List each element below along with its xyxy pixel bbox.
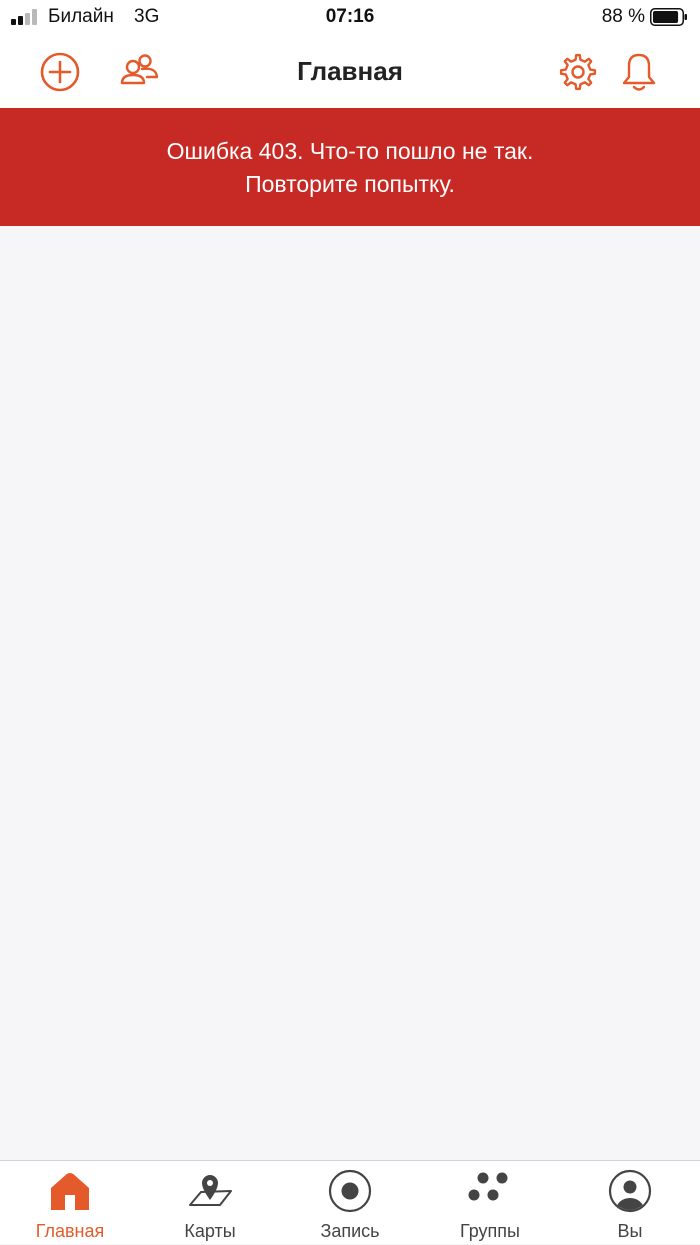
error-banner: Ошибка 403. Что-то пошло не так. Повтори… (0, 108, 700, 226)
tab-home-label: Главная (35, 1221, 105, 1241)
profile-icon (608, 1169, 652, 1213)
tab-groups-label: Группы (460, 1221, 520, 1241)
notifications-button[interactable] (617, 50, 661, 94)
error-message-line-2: Повторите попытку. (245, 171, 455, 197)
settings-button[interactable] (556, 50, 600, 94)
record-icon (328, 1169, 372, 1213)
battery-percent: 88 % (601, 6, 645, 27)
feed-content[interactable] (0, 226, 700, 1160)
map-icon (189, 1175, 232, 1206)
status-time: 07:16 (325, 6, 375, 27)
tab-bar: Главная Карты Запись Группы Вы (0, 1160, 700, 1244)
navigation-bar: Главная (0, 36, 700, 108)
bell-icon (622, 53, 656, 91)
home-icon (51, 1173, 89, 1210)
tab-you[interactable]: Вы (560, 1161, 700, 1245)
tab-home[interactable]: Главная (0, 1161, 140, 1245)
groups-icon (468, 1172, 508, 1201)
tab-groups[interactable]: Группы (420, 1161, 560, 1245)
tab-maps[interactable]: Карты (140, 1161, 280, 1245)
tab-you-label: Вы (617, 1221, 643, 1241)
tab-maps-label: Карты (184, 1221, 236, 1241)
status-bar: Билайн 3G 07:16 88 % (0, 0, 700, 36)
error-message-line-1: Ошибка 403. Что-то пошло не так. (166, 138, 534, 164)
tab-record-label: Запись (320, 1221, 380, 1241)
gear-icon (559, 53, 597, 91)
tab-record[interactable]: Запись (280, 1161, 420, 1245)
battery-icon (650, 8, 687, 26)
